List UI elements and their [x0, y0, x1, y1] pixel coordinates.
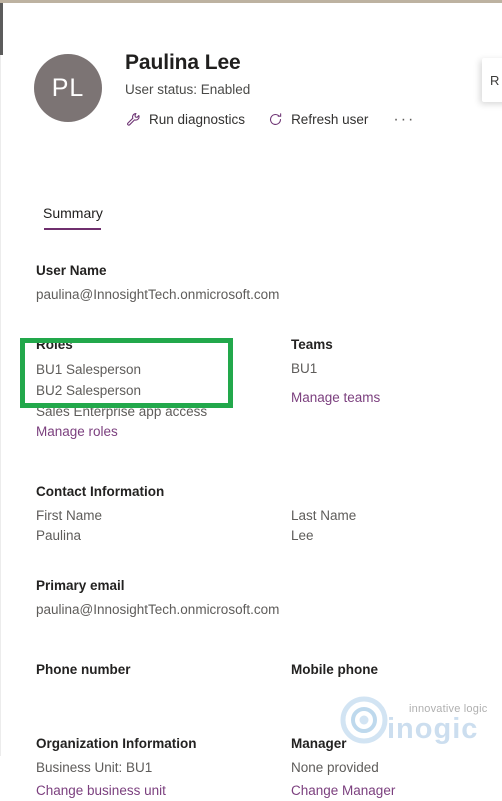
- manage-roles-link[interactable]: Manage roles: [36, 422, 118, 442]
- user-details-page: PL Paulina Lee User status: Enabled Run …: [3, 3, 502, 798]
- manager-column: Manager None provided Change Manager: [291, 734, 496, 801]
- field-group-phones: Phone number Mobile phone: [36, 660, 496, 704]
- change-manager-link[interactable]: Change Manager: [291, 781, 395, 801]
- roles-item: Sales Enterprise app access: [36, 404, 208, 419]
- teams-item: BU1: [291, 361, 318, 376]
- user-name-value: paulina@InnosightTech.onmicrosoft.com: [36, 287, 280, 302]
- user-name-label: User Name: [36, 263, 107, 278]
- run-diagnostics-button[interactable]: Run diagnostics: [125, 111, 245, 128]
- avatar-initials: PL: [51, 73, 85, 102]
- more-actions-button[interactable]: ···: [390, 111, 418, 127]
- change-business-unit-link[interactable]: Change business unit: [36, 781, 166, 801]
- manage-teams-link[interactable]: Manage teams: [291, 388, 380, 408]
- content-left-border: [0, 55, 1, 756]
- organization-column: Organization Information Business Unit: …: [36, 734, 291, 801]
- tab-strip: Summary: [43, 205, 127, 230]
- user-header: PL Paulina Lee User status: Enabled Run …: [34, 50, 418, 128]
- first-name-label: First Name: [36, 508, 103, 523]
- field-group-org-manager: Organization Information Business Unit: …: [36, 734, 496, 801]
- last-name-column: Last Name Lee: [291, 506, 496, 546]
- first-name-column: First Name Paulina: [36, 506, 291, 546]
- mobile-phone-value: [291, 684, 496, 704]
- contact-information-label: Contact Information: [36, 484, 165, 499]
- phone-number-value: [36, 684, 291, 704]
- teams-column: Teams BU1 Manage teams: [291, 335, 496, 442]
- roles-item: BU2 Salesperson: [36, 383, 142, 398]
- refresh-user-label: Refresh user: [291, 112, 369, 127]
- refresh-icon: [267, 111, 284, 128]
- command-bar: Run diagnostics Refresh user ···: [125, 111, 418, 128]
- user-status-text: User status: Enabled: [125, 82, 251, 97]
- field-group-user-name: User Name paulina@InnosightTech.onmicros…: [36, 261, 496, 305]
- field-group-primary-email: Primary email paulina@InnosightTech.onmi…: [36, 576, 496, 620]
- mobile-phone-label: Mobile phone: [291, 662, 378, 677]
- page-title: Paulina Lee: [125, 51, 241, 74]
- tab-summary-label: Summary: [43, 205, 103, 221]
- field-group-roles-teams: Roles BU1 Salesperson BU2 Salesperson Sa…: [36, 335, 496, 442]
- summary-fields: User Name paulina@InnosightTech.onmicros…: [36, 261, 496, 801]
- first-name-value: Paulina: [36, 528, 82, 543]
- roles-column: Roles BU1 Salesperson BU2 Salesperson Sa…: [36, 335, 291, 442]
- refresh-user-button[interactable]: Refresh user: [267, 111, 368, 128]
- wrench-icon: [125, 111, 142, 128]
- tab-summary[interactable]: Summary: [43, 205, 103, 230]
- business-unit-value: Business Unit: BU1: [36, 760, 153, 775]
- teams-label: Teams: [291, 337, 333, 352]
- last-name-value: Lee: [291, 528, 314, 543]
- manager-value: None provided: [291, 760, 379, 775]
- mobile-phone-column: Mobile phone: [291, 660, 496, 704]
- primary-email-label: Primary email: [36, 578, 125, 593]
- phone-number-column: Phone number: [36, 660, 291, 704]
- roles-list: BU1 Salesperson BU2 Salesperson Sales En…: [36, 359, 291, 422]
- avatar: PL: [34, 54, 102, 122]
- field-group-names: First Name Paulina Last Name Lee: [36, 506, 496, 546]
- run-diagnostics-label: Run diagnostics: [149, 112, 246, 127]
- roles-item: BU1 Salesperson: [36, 362, 142, 377]
- manager-label: Manager: [291, 736, 347, 751]
- organization-information-label: Organization Information: [36, 736, 197, 751]
- primary-email-value: paulina@InnosightTech.onmicrosoft.com: [36, 602, 280, 617]
- last-name-label: Last Name: [291, 508, 357, 523]
- field-group-contact-heading: Contact Information: [36, 482, 496, 502]
- user-header-text: Paulina Lee User status: Enabled Run dia…: [125, 50, 418, 128]
- phone-number-label: Phone number: [36, 662, 131, 677]
- roles-label: Roles: [36, 337, 73, 352]
